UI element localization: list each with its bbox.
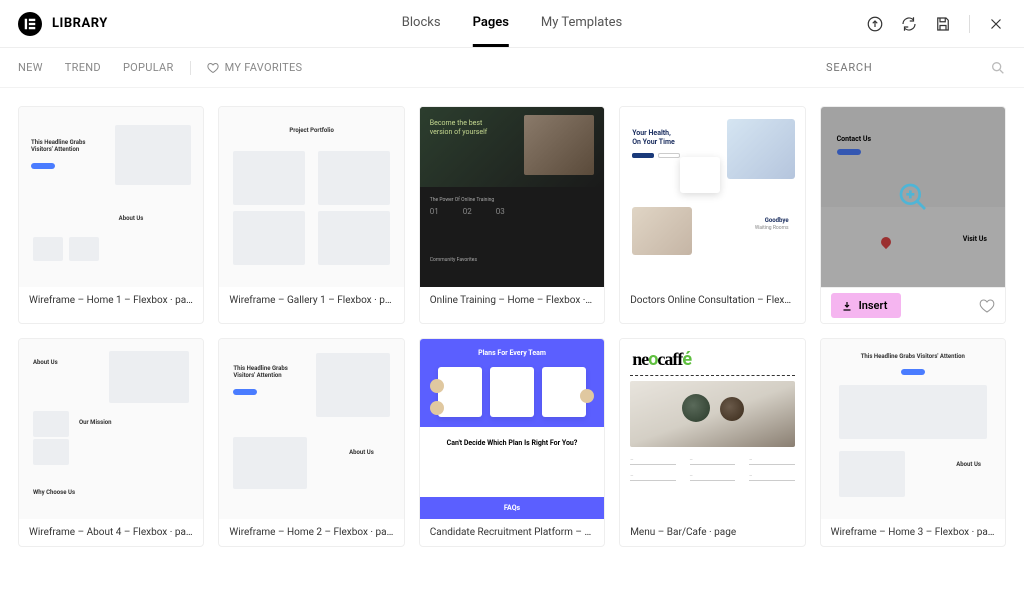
thumbnail: Become the best version of yourself The … [420, 107, 604, 287]
favorites-label: MY FAVORITES [225, 61, 303, 74]
download-icon [841, 300, 853, 312]
insert-button[interactable]: Insert [831, 293, 902, 318]
card-title: Doctors Online Consultation – Flexb... [620, 287, 804, 314]
divider [969, 15, 970, 33]
thumbnail: This Headline Grabs Visitors' Attention … [821, 339, 1005, 519]
template-grid: This Headline Grabs Visitors' Attention … [0, 88, 1024, 565]
tab-my-templates[interactable]: My Templates [541, 1, 622, 47]
filter-new[interactable]: NEW [18, 61, 43, 74]
zoom-icon [897, 181, 929, 213]
template-card[interactable]: neocaffé ——— ——— Menu – Bar/Cafe · page [619, 338, 805, 547]
thumbnail: This Headline Grabs Visitors' Attention … [219, 339, 403, 519]
card-title: Online Training – Home – Flexbox · ... [420, 287, 604, 314]
tab-pages[interactable]: Pages [473, 1, 509, 47]
thumbnail: This Headline Grabs Visitors' Attention … [19, 107, 203, 287]
zoom-overlay[interactable] [821, 107, 1005, 287]
thumbnail: Project Portfolio [219, 107, 403, 287]
filter-popular[interactable]: POPULAR [123, 61, 174, 74]
card-title: Wireframe – Home 3 – Flexbox · pa... [821, 519, 1005, 546]
template-card[interactable]: This Headline Grabs Visitors' Attention … [218, 338, 404, 547]
card-title: Menu – Bar/Cafe · page [620, 519, 804, 546]
header-actions [865, 14, 1006, 34]
search-input[interactable] [826, 61, 990, 74]
thumbnail: About Us Our Mission Why Choose Us [19, 339, 203, 519]
card-title: Candidate Recruitment Platform – p... [420, 519, 604, 546]
template-card[interactable]: Your Health,On Your Time Goodbye Waiting… [619, 106, 805, 324]
filter-bar: NEW TREND POPULAR MY FAVORITES [0, 48, 1024, 88]
card-title: Wireframe – Home 2 – Flexbox · pa... [219, 519, 403, 546]
close-icon[interactable] [986, 14, 1006, 34]
tab-blocks[interactable]: Blocks [402, 1, 441, 47]
template-card[interactable]: Project Portfolio Wireframe – Gallery 1 … [218, 106, 404, 324]
search-box[interactable] [826, 60, 1006, 76]
main-tabs: Blocks Pages My Templates [402, 1, 622, 47]
template-card[interactable]: Plans For Every Team Can't Decide Which … [419, 338, 605, 547]
library-title: LIBRARY [52, 16, 108, 31]
thumbnail: Plans For Every Team Can't Decide Which … [420, 339, 604, 519]
card-title: Wireframe – About 4 – Flexbox · page [19, 519, 203, 546]
card-title: Wireframe – Gallery 1 – Flexbox · pa... [219, 287, 403, 314]
filter-favorites[interactable]: MY FAVORITES [207, 61, 303, 74]
favorite-icon[interactable] [979, 298, 995, 314]
hover-action-bar: Insert [821, 287, 1005, 323]
template-card[interactable]: This Headline Grabs Visitors' Attention … [820, 338, 1006, 547]
heart-icon [207, 62, 219, 74]
header: LIBRARY Blocks Pages My Templates [0, 0, 1024, 48]
filter-trend[interactable]: TREND [65, 61, 101, 74]
thumbnail: Your Health,On Your Time Goodbye Waiting… [620, 107, 804, 287]
card-title: Wireframe – Home 1 – Flexbox · pa... [19, 287, 203, 314]
divider [190, 61, 191, 75]
template-card-hovered[interactable]: Contact Us Visit Us Insert [820, 106, 1006, 324]
upload-icon[interactable] [865, 14, 885, 34]
elementor-logo [18, 12, 42, 36]
insert-label: Insert [859, 299, 888, 312]
template-card[interactable]: About Us Our Mission Why Choose Us Wiref… [18, 338, 204, 547]
template-card[interactable]: Become the best version of yourself The … [419, 106, 605, 324]
refresh-icon[interactable] [899, 14, 919, 34]
save-icon[interactable] [933, 14, 953, 34]
thumbnail: neocaffé ——— ——— [620, 339, 804, 519]
search-icon [990, 60, 1006, 76]
template-card[interactable]: This Headline Grabs Visitors' Attention … [18, 106, 204, 324]
